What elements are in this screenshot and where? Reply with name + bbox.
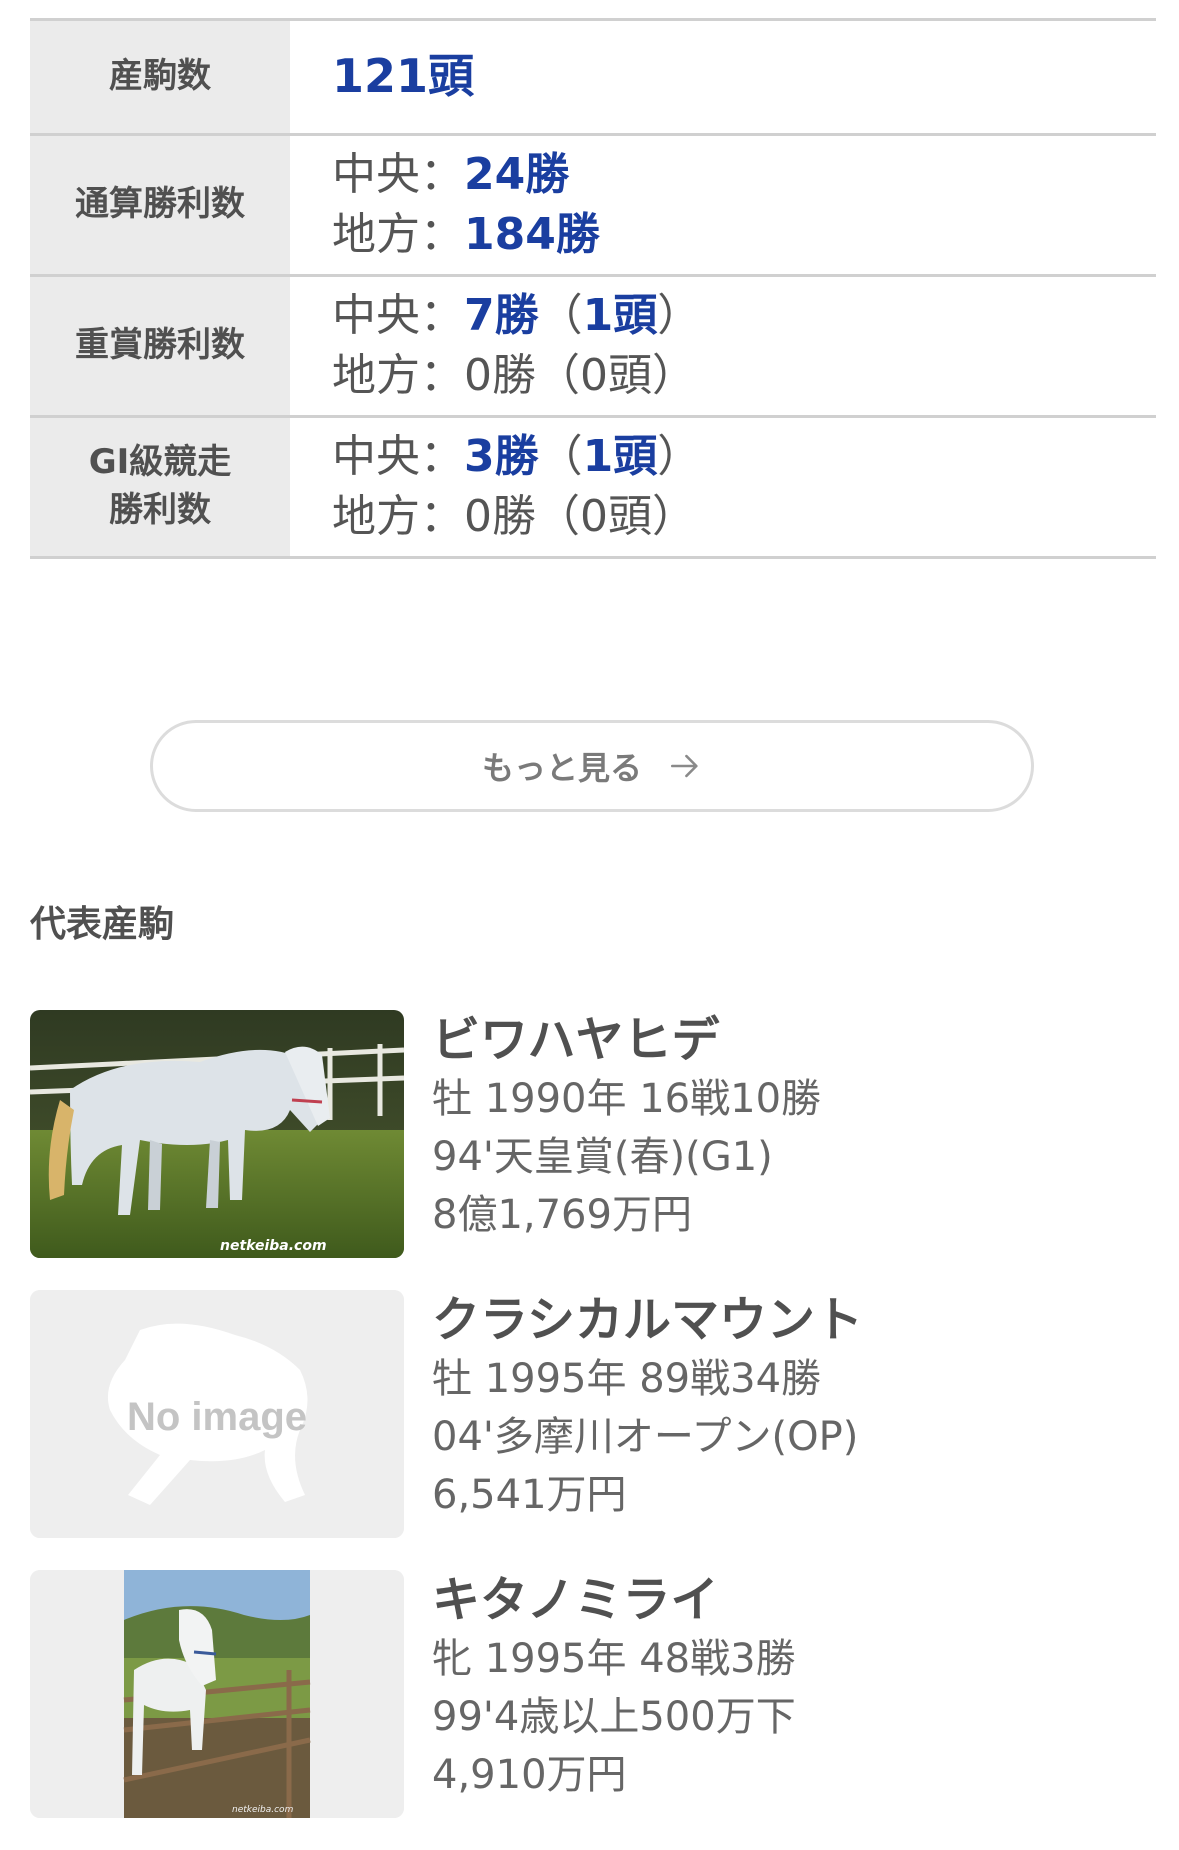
total-wins-chiho: 地方：184勝 <box>332 205 1156 265</box>
horse-info: クラシカルマウント 牡 1995年 89戦34勝 04'多摩川オープン(OP) … <box>432 1290 863 1524</box>
horse-info: キタノミライ 牝 1995年 48戦3勝 99'4歳以上500万下 4,910万… <box>432 1570 796 1804</box>
horse-earnings: 8億1,769万円 <box>432 1192 692 1238</box>
g1-label-line2: 勝利数 <box>109 490 211 530</box>
horse-name[interactable]: クラシカルマウント <box>432 1290 863 1350</box>
horse-earnings: 6,541万円 <box>432 1472 627 1518</box>
chuo-wins: 24勝 <box>464 149 570 200</box>
photo-watermark: netkeiba.com <box>232 1805 294 1815</box>
stats-value-total-wins: 中央：24勝 地方：184勝 <box>290 136 1156 274</box>
horse-item[interactable]: No image クラシカルマウント 牡 1995年 89戦34勝 04'多摩川… <box>30 1290 1156 1570</box>
stats-row-offspring: 産駒数 121頭 <box>30 21 1156 136</box>
g1-wins-chiho: 地方：0勝（0頭） <box>332 491 696 542</box>
more-button-label: もっと見る <box>481 749 642 787</box>
section-title-representative: 代表産駒 <box>30 904 175 945</box>
stats-label-total-wins: 通算勝利数 <box>30 136 290 274</box>
horse-item[interactable]: netkeiba.com キタノミライ 牝 1995年 48戦3勝 99'4歳以… <box>30 1570 1156 1850</box>
horse-major-win: 99'4歳以上500万下 <box>432 1694 796 1740</box>
chiho-wins: 184勝 <box>464 209 600 260</box>
stats-label-graded-wins: 重賞勝利数 <box>30 277 290 415</box>
horse-profile: 牝 1995年 48戦3勝 <box>432 1636 796 1682</box>
graded-wins-chuo: 中央：7勝（1頭） <box>332 286 1156 346</box>
chuo-prefix: 中央： <box>332 149 464 200</box>
horse-profile: 牡 1990年 16戦10勝 <box>432 1076 822 1122</box>
chuo-prefix: 中央： <box>332 431 464 482</box>
photo-watermark: netkeiba.com <box>220 1238 327 1254</box>
horse-info: ビワハヤヒデ 牡 1990年 16戦10勝 94'天皇賞(春)(G1) 8億1,… <box>432 1010 821 1244</box>
representative-horses-list: netkeiba.com ビワハヤヒデ 牡 1990年 16戦10勝 94'天皇… <box>30 1010 1156 1850</box>
horse-major-win: 94'天皇賞(春)(G1) <box>432 1134 773 1180</box>
horse-item[interactable]: netkeiba.com ビワハヤヒデ 牡 1990年 16戦10勝 94'天皇… <box>30 1010 1156 1290</box>
no-image-text: No image <box>127 1395 307 1439</box>
chuo-graded-wins: 7勝 <box>464 290 539 341</box>
total-wins-chuo: 中央：24勝 <box>332 145 1156 205</box>
stats-row-total-wins: 通算勝利数 中央：24勝 地方：184勝 <box>30 136 1156 277</box>
paren-open: （ <box>538 431 583 482</box>
stats-label-offspring: 産駒数 <box>30 21 290 133</box>
chuo-g1-heads: 1頭 <box>582 431 658 482</box>
horse-name[interactable]: キタノミライ <box>432 1570 796 1630</box>
horse-major-win: 04'多摩川オープン(OP) <box>432 1414 859 1460</box>
paren-close: ） <box>657 431 702 482</box>
stats-row-graded-wins: 重賞勝利数 中央：7勝（1頭） 地方：0勝（0頭） <box>30 277 1156 418</box>
chuo-graded-heads: 1頭 <box>582 290 658 341</box>
arrow-right-icon <box>670 754 698 778</box>
graded-wins-chiho: 地方：0勝（0頭） <box>332 350 696 401</box>
stats-row-g1-wins: GI級競走 勝利数 中央：3勝（1頭） 地方：0勝（0頭） <box>30 418 1156 559</box>
chiho-prefix: 地方： <box>332 209 464 260</box>
horse-photo[interactable]: netkeiba.com <box>30 1010 404 1258</box>
horse-name[interactable]: ビワハヤヒデ <box>432 1010 821 1070</box>
offspring-count: 121頭 <box>332 49 475 103</box>
horse-photo[interactable]: netkeiba.com <box>30 1570 404 1818</box>
stats-label-g1-wins: GI級競走 勝利数 <box>30 418 290 556</box>
stallion-stats-table: 産駒数 121頭 通算勝利数 中央：24勝 地方：184勝 重賞勝利数 中央：7… <box>30 18 1156 559</box>
g1-wins-chuo: 中央：3勝（1頭） <box>332 427 1156 487</box>
chuo-prefix: 中央： <box>332 290 464 341</box>
stats-value-g1-wins: 中央：3勝（1頭） 地方：0勝（0頭） <box>290 418 1156 556</box>
paren-open: （ <box>538 290 583 341</box>
stats-value-graded-wins: 中央：7勝（1頭） 地方：0勝（0頭） <box>290 277 1156 415</box>
g1-label-line1: GI級競走 <box>88 442 232 483</box>
stats-value-offspring: 121頭 <box>290 21 1156 133</box>
paren-close: ） <box>657 290 702 341</box>
horse-photo-placeholder[interactable]: No image <box>30 1290 404 1538</box>
more-button[interactable]: もっと見る <box>150 720 1034 812</box>
horse-earnings: 4,910万円 <box>432 1752 627 1798</box>
horse-profile: 牡 1995年 89戦34勝 <box>432 1356 822 1402</box>
chuo-g1-wins: 3勝 <box>464 431 539 482</box>
